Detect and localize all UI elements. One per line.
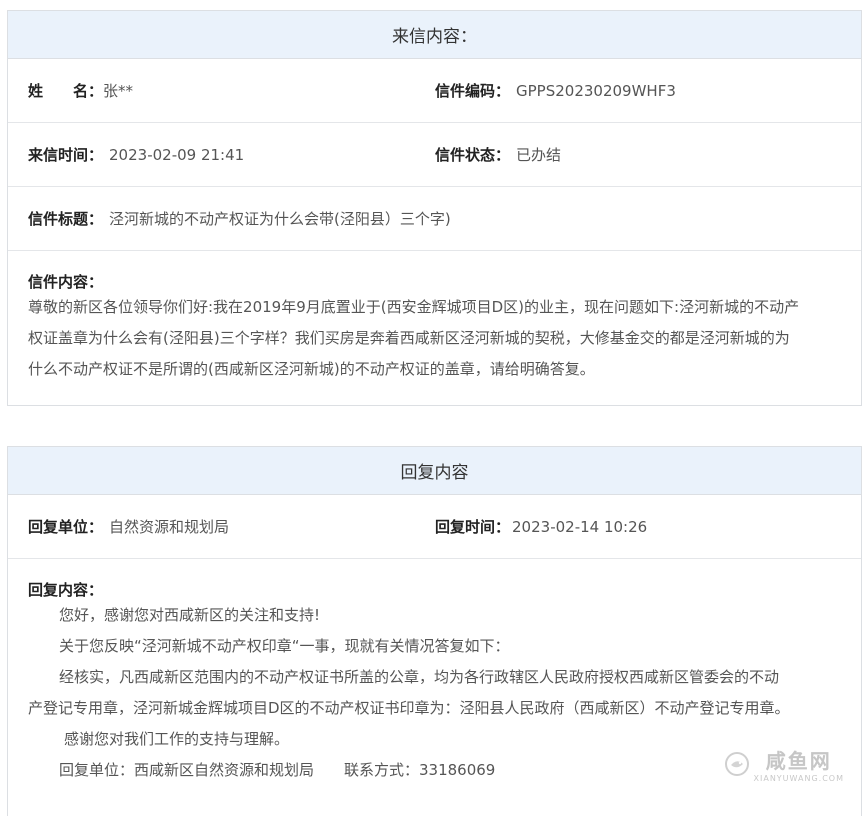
content-line: 权证盖章为什么会有(泾阳县)三个字样？我们买房是奔着西咸新区泾河新城的契税，大修… xyxy=(28,329,790,347)
content-label: 信件内容： xyxy=(28,273,104,291)
time-field: 来信时间： 2023-02-09 21:41 xyxy=(28,123,244,186)
content-line: 尊敬的新区各位领导你们好:我在2019年9月底置业于(西安金辉城项目D区)的业主… xyxy=(28,298,800,316)
letter-panel: 来信内容： 姓 名： 张** 信件编码： GPPS20230209WHF3 来信… xyxy=(7,10,862,406)
letter-content-block: 信件内容： 尊敬的新区各位领导你们好:我在2019年9月底置业于(西安金辉城项目… xyxy=(8,251,861,385)
code-label: 信件编码： xyxy=(435,82,511,100)
letter-row-title: 信件标题： 泾河新城的不动产权证为什么会带(泾阳县）三个字) xyxy=(8,187,861,251)
reply-line: 产登记专用章，泾河新城金辉城项目D区的不动产权证书印章为：泾阳县人民政府（西咸新… xyxy=(28,699,790,717)
name-label: 姓 名： xyxy=(28,82,104,100)
content-line: 什么不动产权证不是所谓的(西咸新区泾河新城)的不动产权证的盖章，请给明确答复。 xyxy=(28,360,595,378)
title-label: 信件标题： xyxy=(28,210,104,228)
watermark-text: 咸鱼网 XIANYUWANG.COM xyxy=(754,745,845,783)
reply-time-value: 2023-02-14 10:26 xyxy=(512,517,648,536)
title-value: 泾河新城的不动产权证为什么会带(泾阳县）三个字) xyxy=(109,210,451,228)
fish-logo-icon xyxy=(724,752,749,776)
reply-unit-value: 自然资源和规划局 xyxy=(109,518,230,536)
reply-row-unit-time: 回复单位： 自然资源和规划局 回复时间： 2023-02-14 10:26 xyxy=(8,495,861,559)
time-label: 来信时间： xyxy=(28,146,104,164)
reply-time-label: 回复时间： xyxy=(435,518,511,536)
reply-line: 感谢您对我们工作的支持与理解。 xyxy=(64,730,290,748)
reply-line: 回复单位：西咸新区自然资源和规划局 联系方式：33186069 xyxy=(59,761,496,779)
watermark-en: XIANYUWANG.COM xyxy=(753,774,844,783)
reply-line: 关于您反映“泾河新城不动产权印章“一事，现就有关情况答复如下： xyxy=(59,637,510,655)
status-field: 信件状态： 已办结 xyxy=(435,123,561,186)
name-value: 张** xyxy=(103,82,134,100)
reply-unit-label: 回复单位： xyxy=(28,518,104,536)
watermark-cn: 咸鱼网 xyxy=(765,749,832,773)
reply-line: 您好，感谢您对西咸新区的关注和支持! xyxy=(59,606,321,624)
reply-line: 经核实，凡西咸新区范围内的不动产权证书所盖的公章，均为各行政辖区人民政府授权西咸… xyxy=(59,668,780,686)
letter-row-time-status: 来信时间： 2023-02-09 21:41 信件状态： 已办结 xyxy=(8,123,861,187)
status-label: 信件状态： xyxy=(435,146,511,164)
title-field: 信件标题： 泾河新城的不动产权证为什么会带(泾阳县）三个字) xyxy=(28,187,451,250)
name-field: 姓 名： 张** xyxy=(28,59,133,122)
site-watermark: 咸鱼网 XIANYUWANG.COM xyxy=(724,745,845,783)
reply-content-label: 回复内容： xyxy=(28,581,104,599)
letter-panel-header: 来信内容： xyxy=(8,11,861,59)
reply-time-field: 回复时间： 2023-02-14 10:26 xyxy=(435,495,647,558)
time-value: 2023-02-09 21:41 xyxy=(109,145,245,164)
reply-unit-field: 回复单位： 自然资源和规划局 xyxy=(28,495,229,558)
code-field: 信件编码： GPPS20230209WHF3 xyxy=(435,59,676,122)
reply-panel-header: 回复内容 xyxy=(8,447,861,495)
letter-row-name-code: 姓 名： 张** 信件编码： GPPS20230209WHF3 xyxy=(8,59,861,123)
status-value: 已办结 xyxy=(516,146,562,164)
code-value: GPPS20230209WHF3 xyxy=(516,81,676,100)
